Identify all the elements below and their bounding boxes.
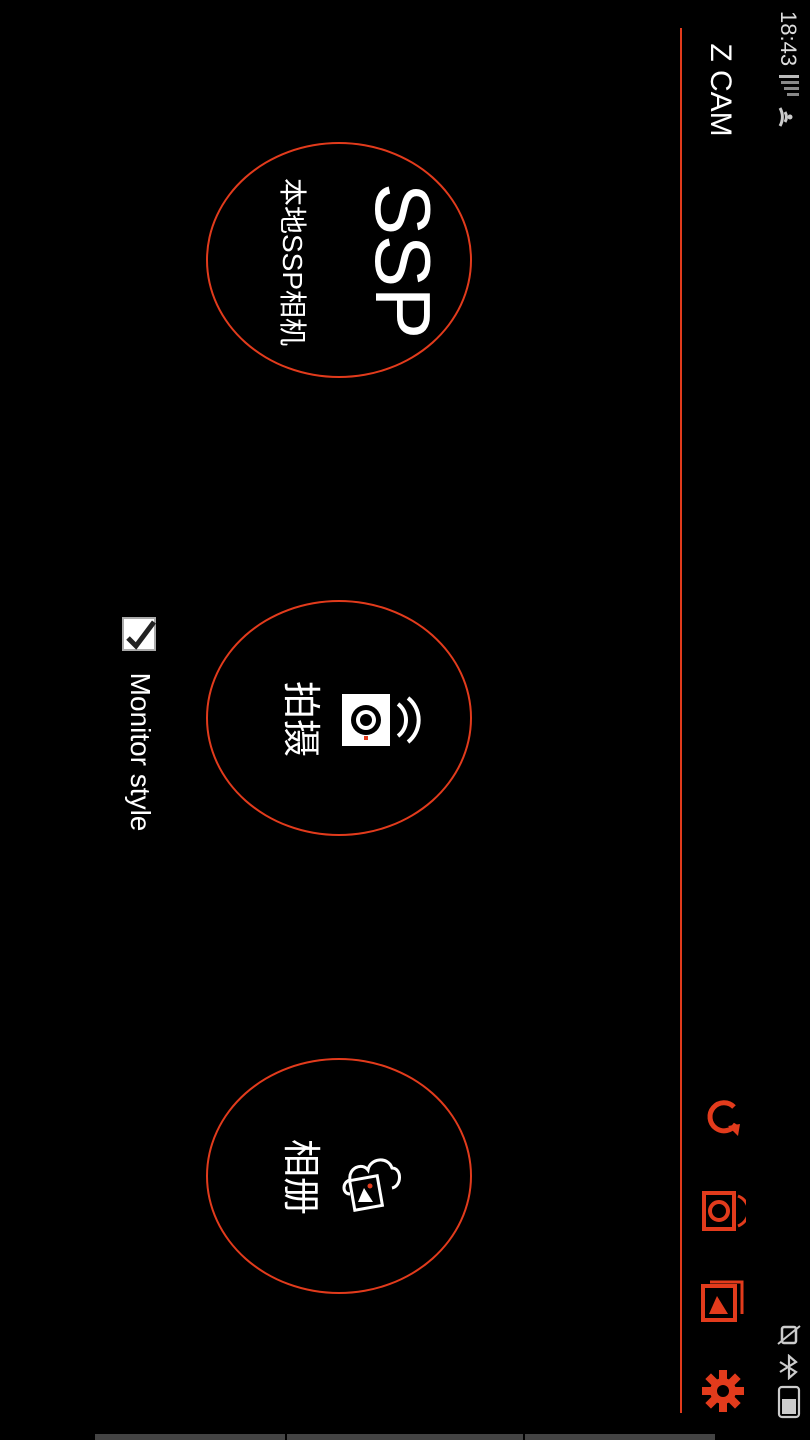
monitor-style-checkbox[interactable] — [120, 614, 160, 654]
header-divider — [680, 28, 682, 1413]
ssp-button[interactable]: SSP 本地SSP相机 — [206, 142, 472, 378]
settings-icon[interactable] — [700, 1368, 746, 1414]
camera-wifi-icon[interactable] — [700, 1188, 746, 1234]
vibrate-icon — [777, 1325, 801, 1345]
ssp-title: SSP — [359, 182, 447, 340]
camera-wifi-icon — [342, 694, 421, 746]
app-title: Z CAM — [704, 43, 737, 137]
battery-icon — [777, 1385, 801, 1419]
album-label: 相册 — [279, 1138, 321, 1215]
shoot-button[interactable]: 拍摄 — [206, 600, 472, 836]
cloud-photos-icon — [342, 1158, 401, 1212]
album-button[interactable]: 相册 — [206, 1058, 472, 1294]
ssp-subtitle: 本地SSP相机 — [277, 177, 308, 347]
signal-icon — [779, 75, 799, 96]
status-bar: 18:43 — [768, 0, 810, 1440]
bluetooth-icon — [779, 1354, 798, 1380]
gallery-icon[interactable] — [700, 1278, 746, 1324]
wifi-icon — [778, 107, 793, 127]
shoot-label: 拍摄 — [279, 680, 321, 757]
refresh-icon[interactable] — [700, 1096, 746, 1142]
status-time: 18:43 — [776, 11, 801, 67]
monitor-style-label: Monitor style — [125, 672, 156, 832]
navigation-bar — [95, 1434, 715, 1440]
